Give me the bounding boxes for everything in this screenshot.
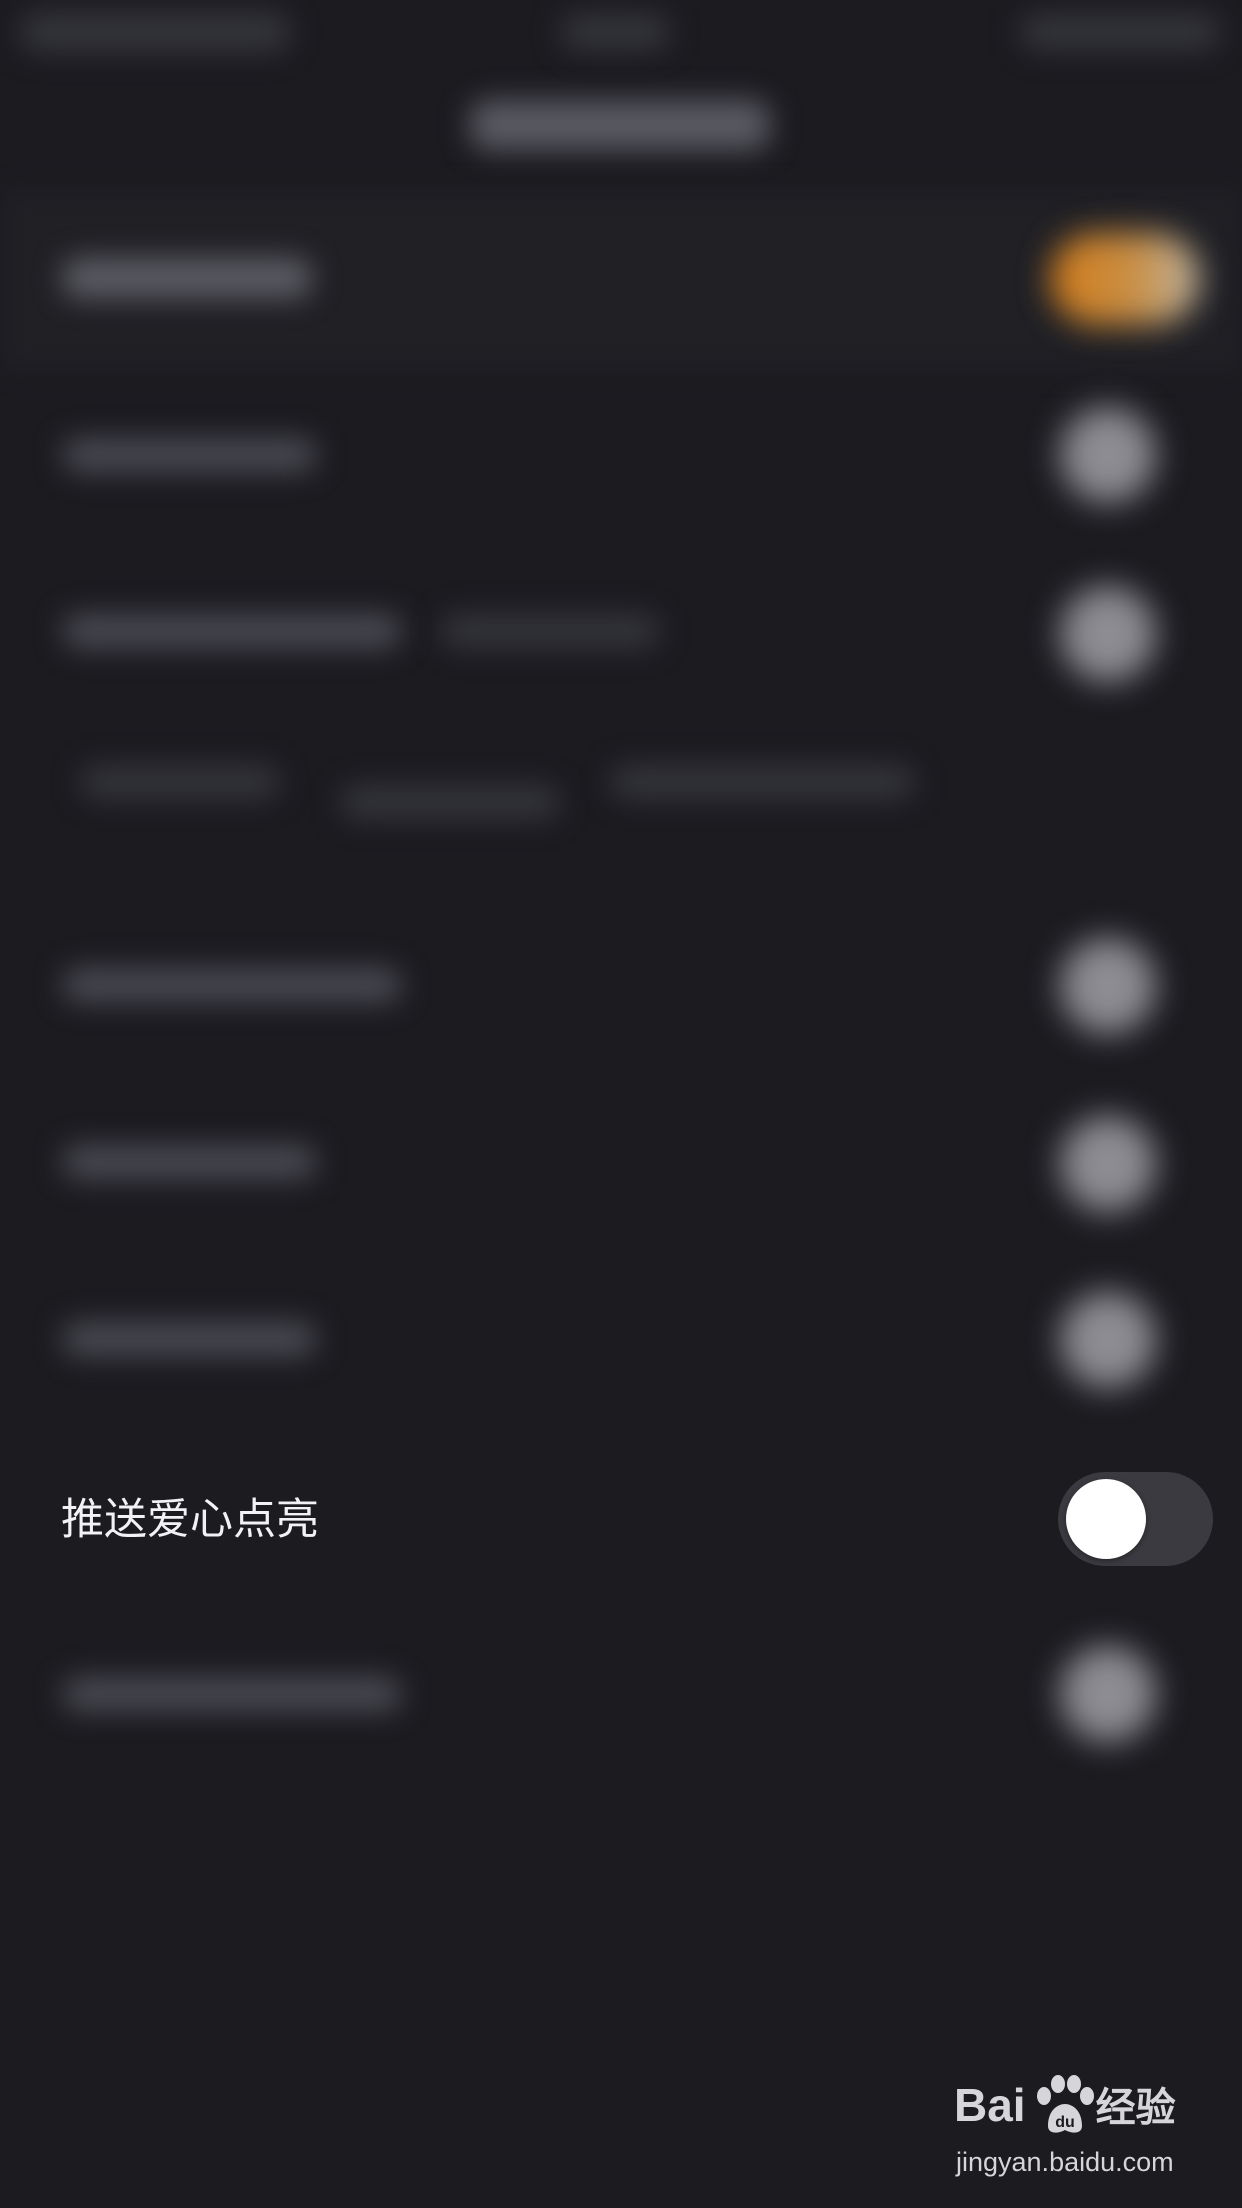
watermark-url: jingyan.baidu.com bbox=[956, 2147, 1174, 2177]
row-7-toggle-blurred bbox=[1060, 1292, 1156, 1388]
row-6-toggle-blurred bbox=[1060, 1116, 1156, 1212]
row-1-label-blurred bbox=[62, 258, 312, 298]
setting-label: 推送爱心点亮 bbox=[61, 1495, 319, 1545]
row-3-sublabel-blurred bbox=[440, 614, 660, 648]
row-3-label-blurred bbox=[62, 614, 402, 648]
row-5-label-blurred bbox=[62, 968, 402, 1002]
status-bar-left-blurred bbox=[20, 12, 290, 52]
row-5-toggle-blurred bbox=[1060, 938, 1156, 1034]
watermark-brand-left: Bai bbox=[954, 2079, 1026, 2131]
toggle-knob bbox=[1066, 1479, 1146, 1559]
row-4-option-1-blurred bbox=[80, 765, 280, 799]
row-4-option-2-blurred bbox=[340, 785, 560, 819]
status-bar-right-blurred bbox=[1020, 14, 1220, 50]
row-4-option-3-blurred bbox=[610, 765, 915, 799]
row-6-label-blurred bbox=[62, 1145, 317, 1179]
row-2-toggle-blurred bbox=[1060, 407, 1156, 503]
row-7-label-blurred bbox=[62, 1322, 317, 1356]
row-1-toggle-blurred bbox=[1050, 233, 1200, 325]
row-9-label-blurred bbox=[62, 1677, 402, 1711]
setting-row-push-heart-light: 推送爱心点亮 bbox=[0, 1460, 1242, 1580]
page-title-blurred bbox=[470, 100, 770, 150]
paw-icon: du bbox=[1037, 2075, 1094, 2133]
status-bar-center-blurred bbox=[560, 14, 670, 50]
row-3-toggle-blurred bbox=[1060, 586, 1156, 682]
row-2-label-blurred bbox=[62, 438, 317, 472]
watermark-brand-right: 经验 bbox=[1095, 2086, 1176, 2130]
baidu-jingyan-watermark: Bai 经验 du jingyan.baidu.com bbox=[954, 2070, 1194, 2190]
row-9-toggle-blurred bbox=[1060, 1646, 1156, 1742]
push-heart-light-toggle[interactable] bbox=[1058, 1472, 1213, 1566]
svg-text:du: du bbox=[1055, 2114, 1075, 2131]
